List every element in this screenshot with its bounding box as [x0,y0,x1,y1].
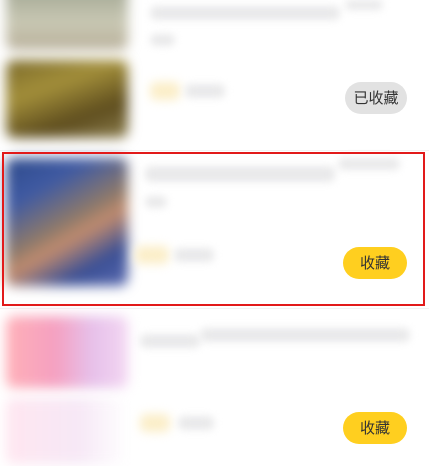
item-subtitle-blurred [150,34,175,46]
item-tag-blurred [150,82,180,100]
item-meta-blurred [174,248,214,262]
resource-list: 已收藏 收藏 收藏 [0,0,429,466]
item-meta-blurred [345,0,383,10]
item-meta-blurred [178,416,214,430]
item-title-blurred [150,6,340,20]
list-divider [0,150,429,151]
item-meta-blurred [185,84,225,98]
item-title-blurred-2 [200,328,410,342]
list-divider [0,308,429,309]
collect-button[interactable]: 收藏 [343,412,407,444]
item-thumbnail [6,316,128,388]
list-item[interactable] [0,0,429,60]
item-subtitle-blurred [145,196,167,208]
item-tag-blurred [140,414,170,432]
item-thumbnail [6,0,128,50]
item-thumbnail [6,60,128,138]
list-item-highlighted[interactable]: 收藏 [0,152,429,306]
item-tag-blurred [135,246,169,264]
item-thumbnail [6,398,128,464]
list-item[interactable] [0,310,429,394]
item-title-blurred [145,166,335,182]
item-meta-blurred [338,158,400,170]
item-thumbnail [6,158,128,286]
collected-button[interactable]: 已收藏 [345,82,407,114]
item-title-blurred [140,334,200,348]
collect-button[interactable]: 收藏 [343,247,407,279]
list-item[interactable]: 收藏 [0,394,429,466]
list-item[interactable]: 已收藏 [0,60,429,150]
